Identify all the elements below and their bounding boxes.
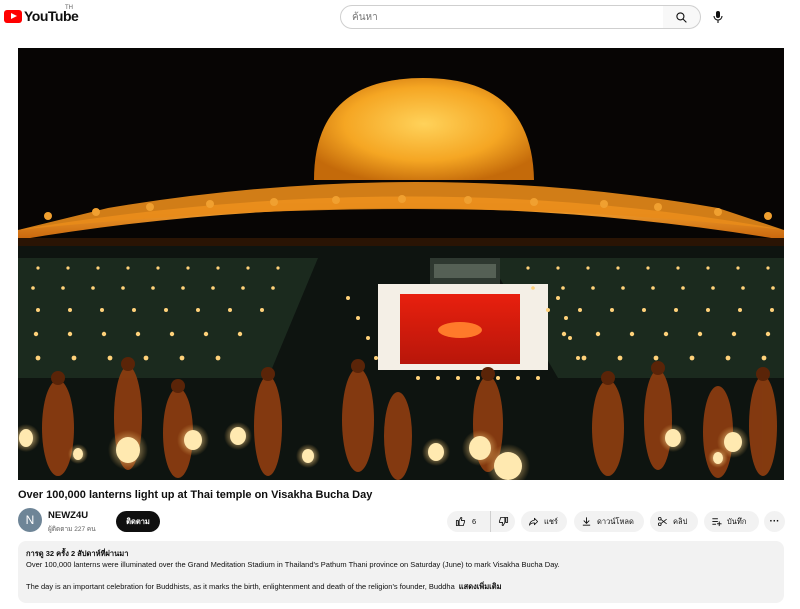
like-dislike-group: 6 [447,511,515,532]
description-line-2-wrap: The day is an important celebration for … [26,581,776,592]
channel-name[interactable]: NEWZ4U [48,510,88,521]
description-line-1: Over 100,000 lanterns were illuminated o… [26,560,560,569]
video-title: Over 100,000 lanterns light up at Thai t… [18,489,373,501]
like-count: 6 [472,517,477,526]
view-count-date: การดู 32 ครั้ง 2 สัปดาห์ที่ผ่านมา [26,549,129,558]
region-code: TH [65,5,73,11]
share-button[interactable]: แชร์ [521,511,567,532]
thumbs-up-icon [455,516,466,527]
subscribe-button[interactable]: ติดตาม [116,511,160,532]
description-line-2: The day is an important celebration for … [26,582,455,591]
save-button[interactable]: บันทึก [704,511,759,532]
more-actions-button[interactable]: ··· [764,511,785,532]
share-label: แชร์ [544,516,558,526]
search-input[interactable] [341,6,663,28]
search-icon [676,11,687,23]
subscriber-count: ผู้ติดตาม 227 คน [48,526,96,533]
thumbs-down-icon [498,516,508,527]
search-box [340,5,664,29]
mic-icon [713,11,723,23]
description-box[interactable]: การดู 32 ครั้ง 2 สัปดาห์ที่ผ่านมา Over 1… [18,541,784,603]
masthead: YouTube TH [0,0,800,34]
playlist-add-icon [712,518,722,527]
clip-label: คลิป [673,516,688,526]
save-label: บันทึก [727,516,747,526]
video-frame [18,48,784,480]
like-button[interactable]: 6 [447,511,491,532]
dislike-button[interactable] [491,511,515,532]
download-button[interactable]: ดาวน์โหลด [574,511,644,532]
youtube-logo[interactable]: YouTube TH [4,5,79,24]
voice-search-button[interactable] [708,7,728,27]
show-more-link[interactable]: แสดงเพิ่มเติม [459,582,502,591]
scissors-icon [657,516,667,527]
share-icon [528,517,539,526]
search-button[interactable] [663,5,701,29]
video-player[interactable] [18,48,784,480]
channel-avatar[interactable]: N [18,508,42,532]
play-logo-icon [4,9,22,23]
download-icon [582,517,591,526]
download-label: ดาวน์โหลด [597,516,634,526]
clip-button[interactable]: คลิป [650,511,698,532]
